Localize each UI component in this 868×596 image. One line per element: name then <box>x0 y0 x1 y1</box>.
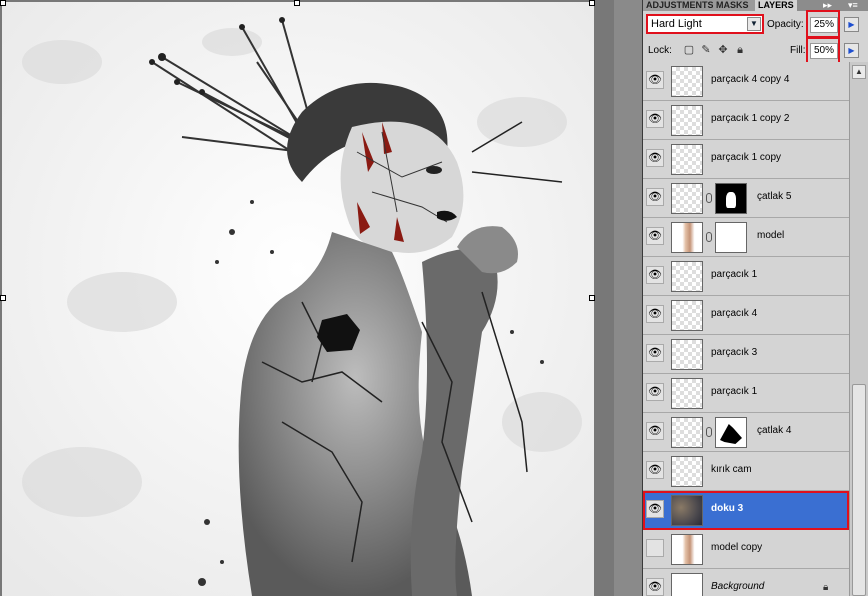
transform-handle-middle-right[interactable] <box>589 295 595 301</box>
tab-adjustments[interactable]: ADJUSTMENTS <box>643 0 713 11</box>
layer-row[interactable]: 👁︎ Background 🔒︎ <box>643 569 849 596</box>
layer-name[interactable]: parçacık 4 copy 4 <box>711 74 789 85</box>
layer-name[interactable]: çatlak 4 <box>757 425 791 436</box>
layer-name[interactable]: parçacık 3 <box>711 347 757 358</box>
layer-thumbnail[interactable] <box>671 339 703 370</box>
layers-panel: ADJUSTMENTS MASKS LAYERS ▸▸ ▾≡ Hard Ligh… <box>642 0 868 596</box>
layer-thumbnail[interactable] <box>671 573 703 596</box>
photoshop-window: ADJUSTMENTS MASKS LAYERS ▸▸ ▾≡ Hard Ligh… <box>0 0 868 596</box>
layer-name[interactable]: parçacık 1 <box>711 269 757 280</box>
layer-row[interactable]: 👁︎ doku 3 <box>643 491 849 530</box>
layer-name[interactable]: parçacık 1 <box>711 386 757 397</box>
layer-thumbnail[interactable] <box>671 144 703 175</box>
transform-handle-top-center[interactable] <box>294 0 300 6</box>
layer-row[interactable]: 👁︎ parçacık 1 <box>643 257 849 296</box>
layer-thumbnail[interactable] <box>671 222 703 253</box>
layer-thumbnail[interactable] <box>671 495 703 526</box>
layer-thumbnail[interactable] <box>671 417 703 448</box>
layer-row[interactable]: 👁︎ çatlak 5 <box>643 179 849 218</box>
layer-lock-icon: 🔒︎ <box>823 582 829 593</box>
visibility-eye-icon[interactable]: 👁︎ <box>646 344 664 362</box>
layer-name[interactable]: çatlak 5 <box>757 191 791 202</box>
layer-row[interactable]: 👁︎ model <box>643 218 849 257</box>
visibility-eye-icon[interactable]: 👁︎ <box>646 71 664 89</box>
mask-link-icon[interactable] <box>706 427 712 437</box>
layers-scrollbar[interactable]: ▲ <box>849 62 868 596</box>
visibility-eye-icon[interactable]: 👁︎ <box>646 500 664 518</box>
tab-masks[interactable]: MASKS <box>713 0 755 11</box>
layer-row[interactable]: 👁︎ parçacık 4 copy 4 <box>643 62 849 101</box>
layer-name[interactable]: parçacık 1 copy 2 <box>711 113 789 124</box>
visibility-eye-icon[interactable]: 👁︎ <box>646 188 664 206</box>
visibility-eye-icon[interactable]: 👁︎ <box>646 266 664 284</box>
layer-name[interactable]: Background <box>711 581 764 592</box>
visibility-eye-icon[interactable]: 👁︎ <box>646 539 664 557</box>
transform-handle-middle-left[interactable] <box>0 295 6 301</box>
layer-name[interactable]: model <box>757 230 784 241</box>
layer-thumbnail[interactable] <box>671 105 703 136</box>
opacity-label: Opacity: <box>767 19 804 30</box>
layer-row[interactable]: 👁︎ parçacık 4 <box>643 296 849 335</box>
visibility-eye-icon[interactable]: 👁︎ <box>646 461 664 479</box>
highlight-fill <box>806 37 840 64</box>
visibility-eye-icon[interactable]: 👁︎ <box>646 578 664 596</box>
canvas-vertical-scrollbar[interactable] <box>614 0 642 596</box>
visibility-eye-icon[interactable]: 👁︎ <box>646 305 664 323</box>
layer-thumbnail[interactable] <box>671 456 703 487</box>
layer-name[interactable]: parçacık 4 <box>711 308 757 319</box>
layer-name[interactable]: kırık cam <box>711 464 752 475</box>
tab-layers[interactable]: LAYERS <box>755 0 797 11</box>
transform-handle-top-left[interactable] <box>0 0 6 6</box>
panel-menu-icon[interactable]: ▾≡ <box>848 0 858 11</box>
visibility-eye-icon[interactable]: 👁︎ <box>646 422 664 440</box>
layer-row[interactable]: 👁︎ parçacık 3 <box>643 335 849 374</box>
layer-thumbnail[interactable] <box>671 534 703 565</box>
layer-thumbnail[interactable] <box>671 183 703 214</box>
layer-thumbnail[interactable] <box>671 378 703 409</box>
lock-transparent-pixels-icon[interactable]: ▢ <box>683 44 695 56</box>
scrollbar-thumb[interactable] <box>852 384 866 596</box>
layer-mask-thumbnail[interactable] <box>715 417 747 448</box>
lock-image-pixels-icon[interactable]: ✎ <box>700 44 712 56</box>
layer-name[interactable]: doku 3 <box>711 503 743 514</box>
layer-name[interactable]: model copy <box>711 542 762 553</box>
scroll-up-icon[interactable]: ▲ <box>852 65 866 79</box>
opacity-slider-arrow-icon[interactable]: ▶ <box>844 17 859 32</box>
visibility-eye-icon[interactable]: 👁︎ <box>646 383 664 401</box>
lock-position-icon[interactable]: ✥ <box>717 44 729 56</box>
layer-row[interactable]: 👁︎ parçacık 1 <box>643 374 849 413</box>
layer-thumbnail[interactable] <box>671 66 703 97</box>
highlight-opacity <box>806 10 840 38</box>
visibility-eye-icon[interactable]: 👁︎ <box>646 149 664 167</box>
layer-mask-thumbnail[interactable] <box>715 222 747 253</box>
layer-row[interactable]: 👁︎ model copy <box>643 530 849 569</box>
blend-mode-select[interactable]: Hard Light ▼ <box>646 14 764 34</box>
artwork-image <box>2 2 594 596</box>
visibility-eye-icon[interactable]: 👁︎ <box>646 227 664 245</box>
layer-thumbnail[interactable] <box>671 261 703 292</box>
mask-link-icon[interactable] <box>706 232 712 242</box>
visibility-eye-icon[interactable]: 👁︎ <box>646 110 664 128</box>
transform-handle-top-right[interactable] <box>589 0 595 6</box>
mask-link-icon[interactable] <box>706 193 712 203</box>
layer-name[interactable]: parçacık 1 copy <box>711 152 781 163</box>
layer-row[interactable]: 👁︎ kırık cam <box>643 452 849 491</box>
lock-all-icon[interactable]: 🔒︎ <box>734 44 746 56</box>
layer-mask-thumbnail[interactable] <box>715 183 747 214</box>
document-canvas[interactable] <box>0 0 642 596</box>
layer-list: 👁︎ parçacık 4 copy 4 👁︎ parçacık 1 copy 2 👁︎… <box>643 62 849 596</box>
layer-row[interactable]: 👁︎ parçacık 1 copy 2 <box>643 101 849 140</box>
chevron-down-icon[interactable]: ▼ <box>747 17 761 31</box>
fill-slider-arrow-icon[interactable]: ▶ <box>844 43 859 58</box>
layer-row[interactable]: 👁︎ çatlak 4 <box>643 413 849 452</box>
fill-label: Fill: <box>790 45 806 56</box>
layer-row[interactable]: 👁︎ parçacık 1 copy <box>643 140 849 179</box>
layer-thumbnail[interactable] <box>671 300 703 331</box>
blend-mode-value: Hard Light <box>651 18 702 30</box>
lock-label: Lock: <box>648 45 672 56</box>
